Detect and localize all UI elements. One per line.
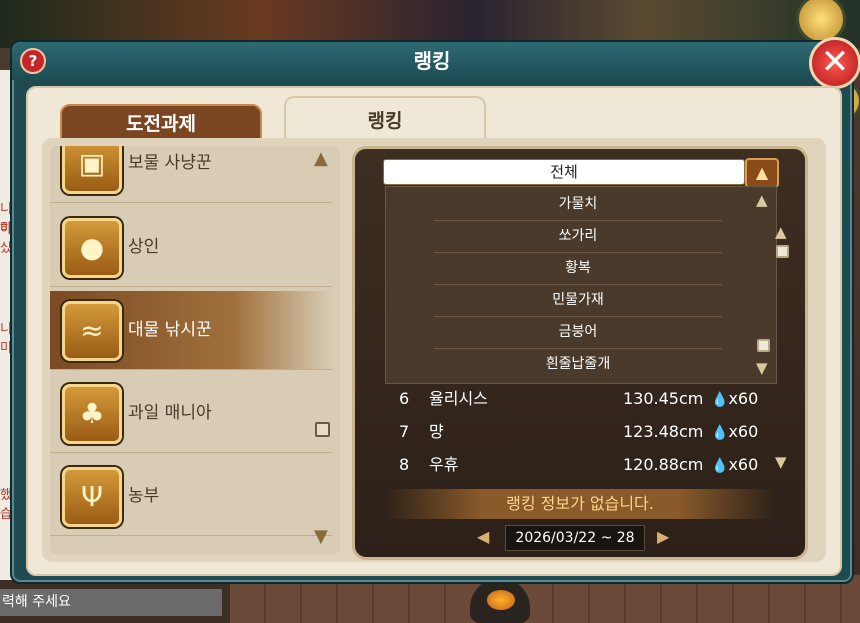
- fish-length: 123.48cm: [623, 422, 704, 441]
- ranking-panel: 전체 ▲ 가물치 쏘가리 황복 민물가재 금붕어 흰줄납줄개 ▲ ▼ ▲ 6 율…: [352, 146, 808, 560]
- window-title: 랭킹: [413, 49, 451, 73]
- water-drop-icon: 💧: [711, 425, 729, 441]
- category-label: 상인: [128, 237, 160, 257]
- category-label: 농부: [128, 486, 160, 506]
- category-label: 과일 매니아: [128, 403, 212, 423]
- title-bar: 랭킹 ?: [12, 42, 852, 80]
- ranking-scrollbar-thumb[interactable]: [776, 245, 789, 258]
- menu-item-fish[interactable]: 흰줄납줄개: [434, 349, 722, 380]
- player-name: 율리시스: [429, 389, 488, 408]
- ranking-row: 7 먕 123.48cm 💧x60: [399, 416, 759, 448]
- reward-count: x60: [728, 422, 759, 441]
- reward-count: x60: [728, 389, 759, 408]
- water-drop-icon: 💧: [711, 392, 729, 408]
- reward-count: x60: [728, 455, 759, 474]
- dropdown-toggle-button[interactable]: ▲: [745, 158, 779, 188]
- rank-number: 6: [399, 389, 410, 408]
- menu-item-fish[interactable]: 가물치: [434, 189, 722, 221]
- menu-item-fish[interactable]: 민물가재: [434, 285, 722, 317]
- money-bag-icon: ●: [62, 218, 122, 278]
- tab-content: ▣ 보물 사냥꾼 ● 상인 ≈ 대물 낚시꾼 ♣ 과일 매니아 Ψ 농부 ▲ ▼…: [42, 138, 826, 562]
- list-scroll-up-icon[interactable]: ▲: [314, 148, 328, 169]
- fish-length: 120.88cm: [623, 455, 704, 474]
- window-panel: 도전과제 랭킹 ▣ 보물 사냥꾼 ● 상인 ≈ 대물 낚시꾼 ♣ 과일 매니아 …: [26, 86, 842, 576]
- menu-scrollbar-thumb[interactable]: [757, 339, 770, 352]
- treasure-chest-icon: ▣: [62, 146, 122, 194]
- list-scroll-down-icon[interactable]: ▼: [314, 526, 328, 547]
- chat-input[interactable]: 력해 주세요: [0, 589, 222, 616]
- category-label: 대물 낚시꾼: [128, 320, 212, 340]
- menu-scroll-up-icon[interactable]: ▲: [756, 191, 768, 209]
- category-farmer[interactable]: Ψ 농부: [50, 457, 332, 536]
- rank-number: 8: [399, 455, 410, 474]
- ranking-row: 8 우휴 120.88cm 💧x60: [399, 449, 759, 481]
- category-fruit-mania[interactable]: ♣ 과일 매니아: [50, 374, 332, 453]
- previous-week-icon[interactable]: ◀: [477, 525, 489, 549]
- pot-fire: [487, 590, 515, 610]
- fish-type-select[interactable]: 전체: [383, 159, 745, 185]
- player-name: 먕: [429, 422, 444, 441]
- ranking-scroll-up-icon[interactable]: ▲: [775, 223, 787, 241]
- date-range: 2026/03/22 ~ 28: [505, 525, 645, 551]
- rank-number: 7: [399, 422, 410, 441]
- menu-scroll-down-icon[interactable]: ▼: [756, 359, 768, 377]
- list-scrollbar-thumb[interactable]: [315, 422, 330, 437]
- ranking-row: 6 율리시스 130.45cm 💧x60: [399, 383, 759, 415]
- water-drop-icon: 💧: [711, 458, 729, 474]
- tab-ranking[interactable]: 랭킹: [284, 96, 486, 144]
- menu-item-fish[interactable]: 황복: [434, 253, 722, 285]
- fish-type-menu: 가물치 쏘가리 황복 민물가재 금붕어 흰줄납줄개 ▲ ▼: [385, 186, 777, 384]
- category-treasure-hunter[interactable]: ▣ 보물 사냥꾼: [50, 146, 332, 203]
- farmer-icon: Ψ: [62, 467, 122, 527]
- ranking-scroll-down-icon[interactable]: ▼: [775, 453, 787, 471]
- category-big-fisher[interactable]: ≈ 대물 낚시꾼: [50, 291, 332, 370]
- category-merchant[interactable]: ● 상인: [50, 208, 332, 287]
- help-button[interactable]: ?: [20, 48, 46, 74]
- fruit-icon: ♣: [62, 384, 122, 444]
- date-navigator: ◀ 2026/03/22 ~ 28 ▶: [477, 525, 677, 551]
- fish-length: 130.45cm: [623, 389, 704, 408]
- menu-item-fish[interactable]: 금붕어: [434, 317, 722, 349]
- player-name: 우휴: [429, 455, 459, 474]
- close-button[interactable]: ✕: [809, 37, 860, 89]
- ranking-notice: 랭킹 정보가 없습니다.: [385, 489, 775, 519]
- ranking-window: 랭킹 ? ✕ 도전과제 랭킹 ▣ 보물 사냥꾼 ● 상인 ≈ 대물 낚시꾼 ♣ …: [10, 37, 860, 584]
- category-label: 보물 사냥꾼: [128, 153, 212, 173]
- category-list: ▣ 보물 사냥꾼 ● 상인 ≈ 대물 낚시꾼 ♣ 과일 매니아 Ψ 농부 ▲ ▼: [50, 146, 340, 554]
- fish-icon: ≈: [62, 301, 122, 361]
- next-week-icon[interactable]: ▶: [657, 525, 669, 549]
- menu-item-fish[interactable]: 쏘가리: [434, 221, 722, 253]
